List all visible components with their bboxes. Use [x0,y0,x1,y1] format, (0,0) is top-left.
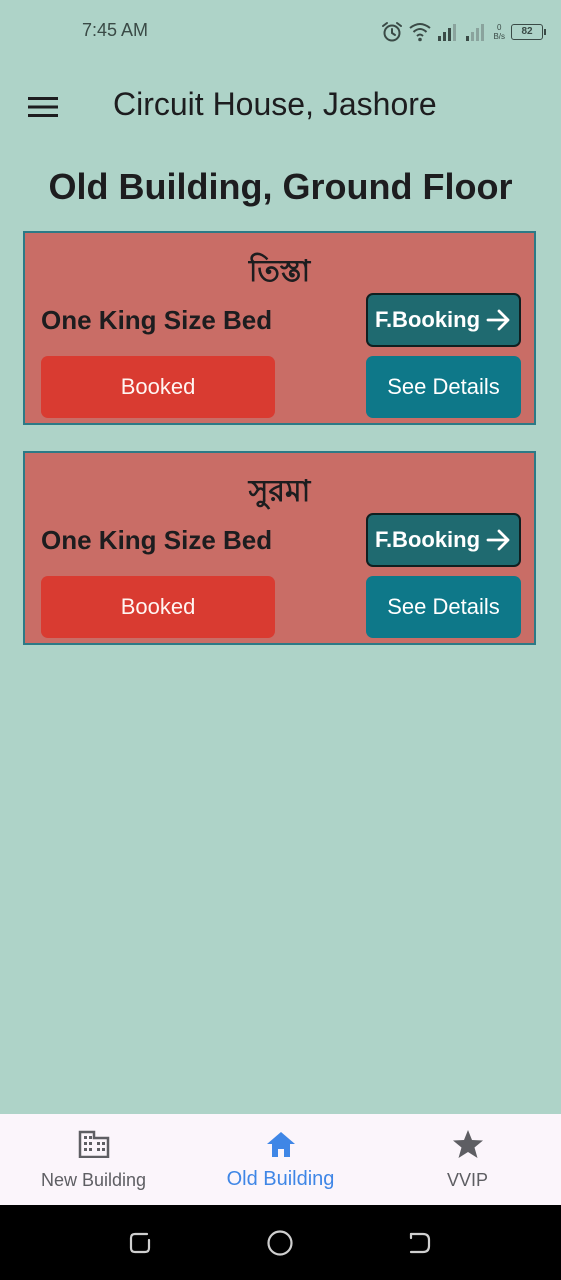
recents-icon [129,1232,151,1254]
signal-icon [438,24,457,41]
arrow-right-icon [486,529,510,551]
app-bar: Circuit House, Jashore [0,64,561,148]
booked-label: Booked [120,594,196,619]
battery-icon: 82 [511,24,546,40]
signal-icon [466,24,485,41]
net-speed: 0 B/s [493,23,505,41]
room-name: সুরমা [248,474,311,509]
f-booking-label: F.Booking [374,307,481,332]
home-button[interactable] [266,1229,294,1257]
system-nav-bar [0,1205,561,1280]
bottom-nav: New Building Old Building VVIP [0,1114,561,1205]
status-icons: 0 B/s 82 [381,18,546,46]
home-circle-icon [267,1230,293,1256]
back-button[interactable] [406,1229,434,1257]
room-name: তিস্তা [248,254,311,289]
home-icon [266,1132,295,1157]
see-details-label: See Details [387,594,500,619]
net-speed-unit: B/s [493,32,505,41]
f-booking-label: F.Booking [374,527,481,552]
menu-button[interactable] [20,84,66,130]
status-time: 7:45 AM [82,20,149,40]
recents-button[interactable] [126,1229,154,1257]
back-icon [409,1232,431,1254]
nav-label: Old Building [226,1168,335,1190]
nav-item-vvip[interactable]: VVIP [374,1114,561,1205]
see-details-button[interactable]: See Details [366,576,521,638]
menu-icon [28,97,58,117]
nav-item-old-building[interactable]: Old Building [187,1114,374,1205]
wifi-icon [409,23,432,42]
nav-item-new-building[interactable]: New Building [0,1114,187,1205]
battery-level: 82 [521,26,533,37]
star-icon [452,1130,483,1158]
net-speed-value: 0 [496,23,502,32]
building-icon [78,1130,109,1158]
bed-type: One King Size Bed [41,305,273,335]
nav-label: VVIP [446,1170,489,1190]
alarm-icon [382,22,403,42]
app-title: Circuit House, Jashore [113,86,437,122]
see-details-label: See Details [387,374,500,399]
room-card: সুরমা One King Size Bed F.Booking Booked… [23,451,536,645]
booked-button[interactable]: Booked [41,356,275,418]
nav-label: New Building [40,1170,147,1190]
room-card: তিস্তা One King Size Bed F.Booking Booke… [23,231,536,425]
f-booking-button[interactable]: F.Booking [366,293,521,347]
f-booking-button[interactable]: F.Booking [366,513,521,567]
status-bar: 7:45 AM 0 B/s 82 [0,0,561,64]
booked-button[interactable]: Booked [41,576,275,638]
see-details-button[interactable]: See Details [366,356,521,418]
page-heading: Old Building, Ground Floor [48,166,513,207]
arrow-right-icon [486,309,510,331]
booked-label: Booked [120,374,196,399]
bed-type: One King Size Bed [41,525,273,555]
